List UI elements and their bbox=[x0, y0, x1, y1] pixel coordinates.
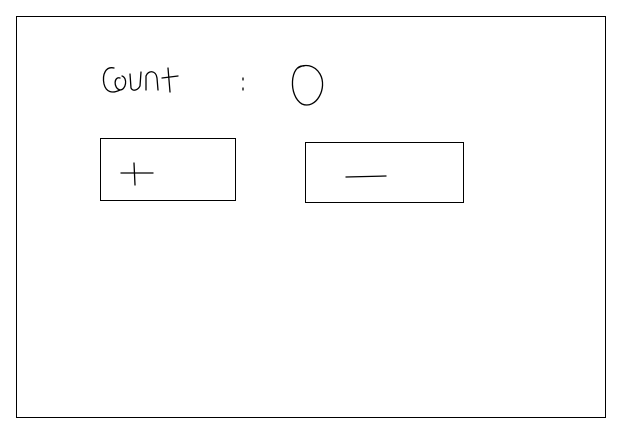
minus-icon bbox=[345, 175, 387, 178]
plus-icon bbox=[120, 162, 154, 186]
count-display: Count: 0 bbox=[100, 56, 360, 120]
handwritten-count-text bbox=[102, 64, 324, 106]
decrement-button[interactable]: — bbox=[305, 142, 464, 203]
increment-button[interactable]: + bbox=[100, 138, 236, 201]
